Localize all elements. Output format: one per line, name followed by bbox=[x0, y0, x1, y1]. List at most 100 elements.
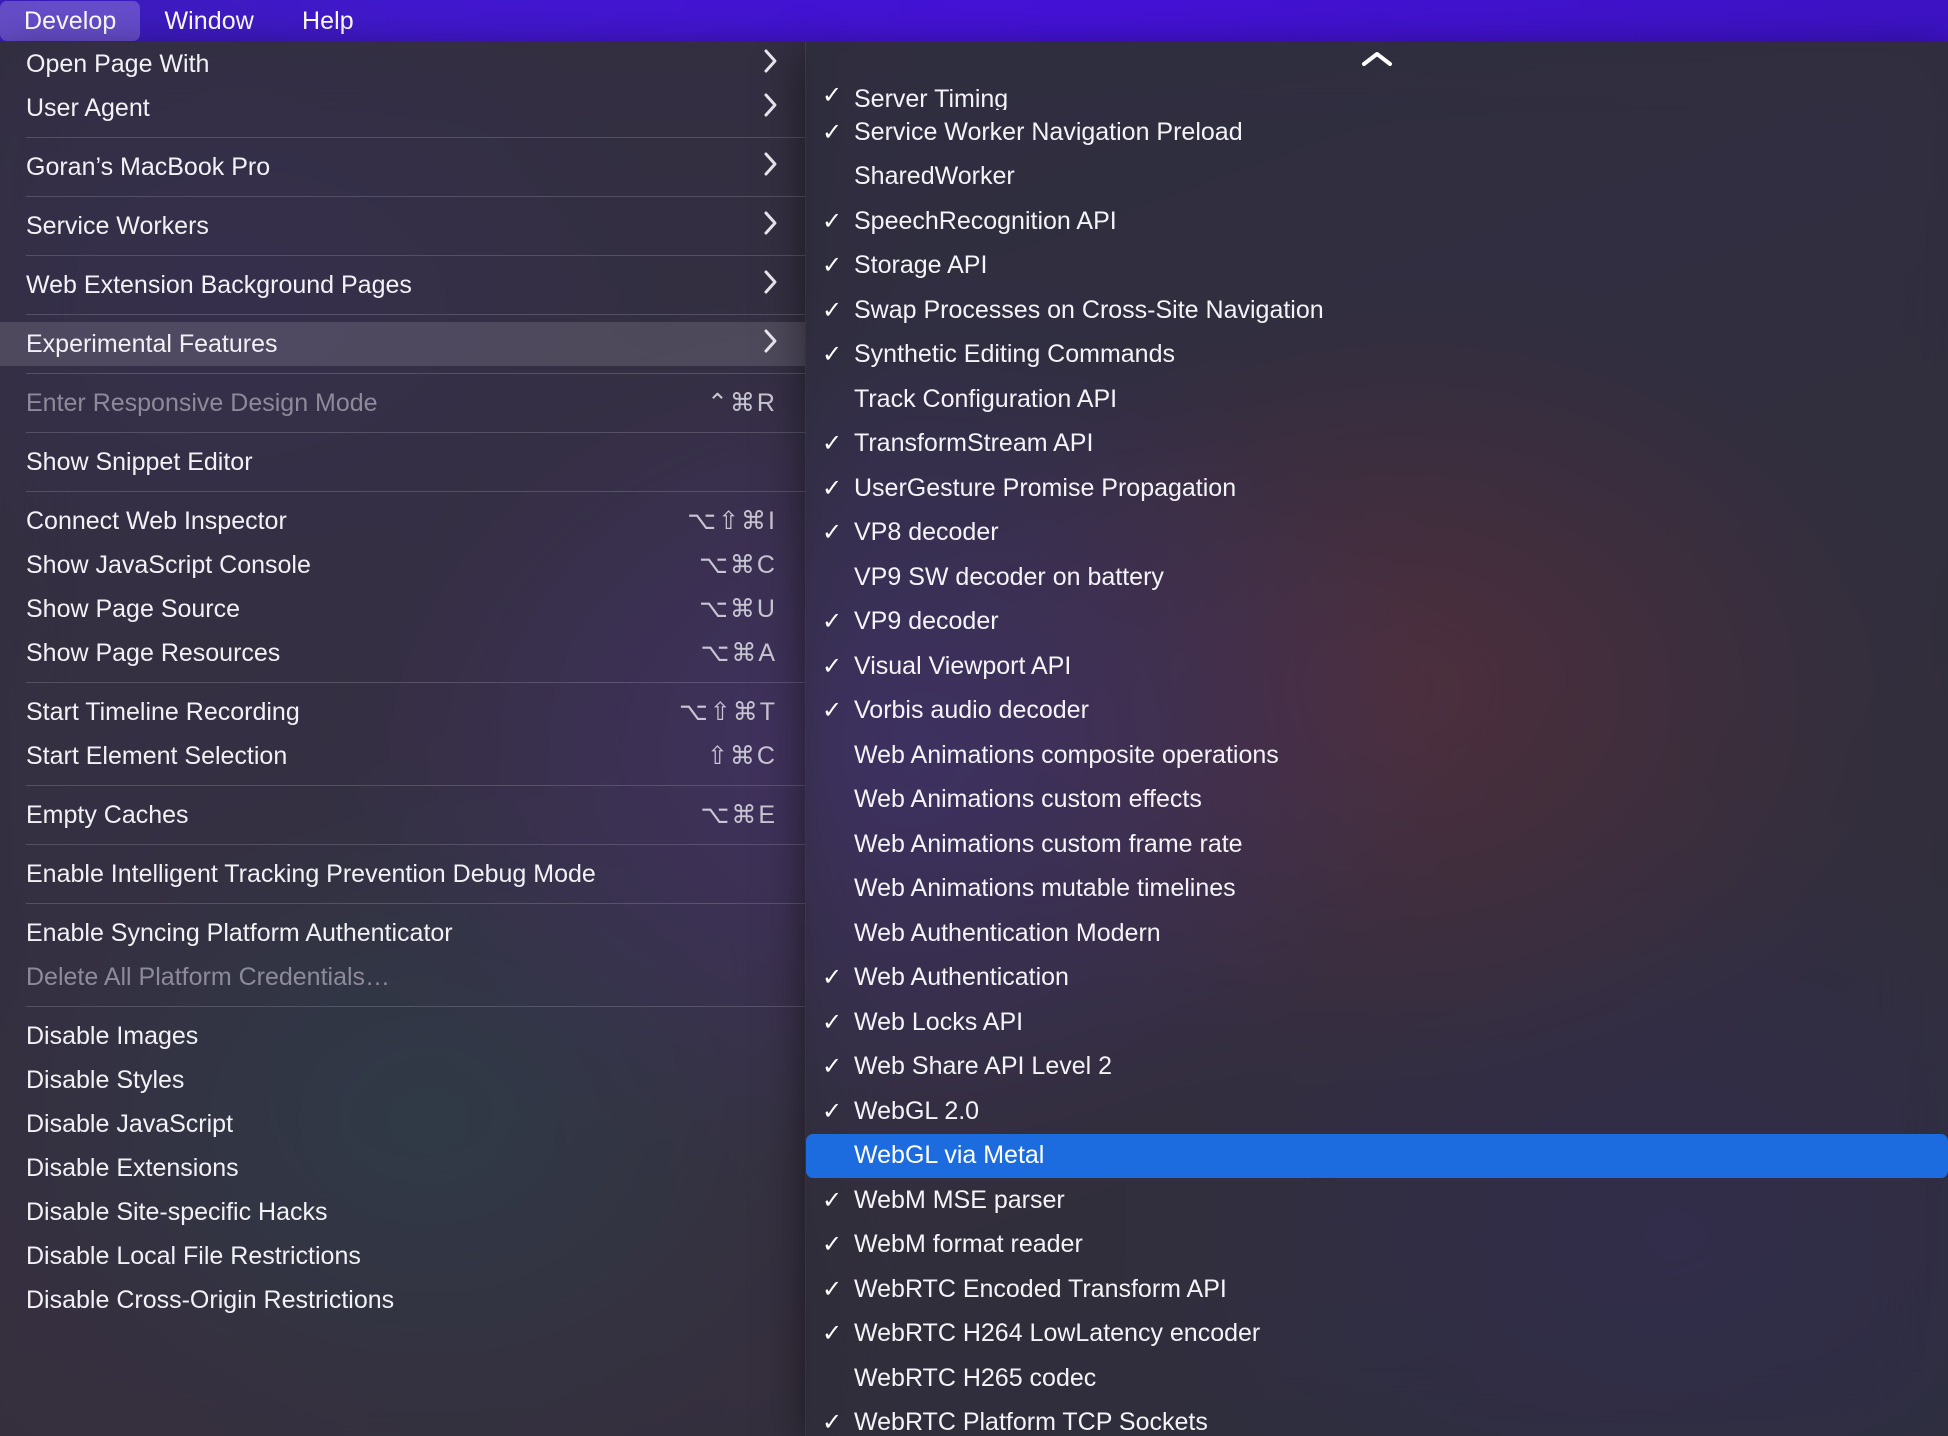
experimental-feature-item[interactable]: ✓ WebRTC H264 LowLatency encoder bbox=[806, 1312, 1948, 1357]
keyboard-shortcut: ⌥⌘U bbox=[699, 595, 777, 623]
menu-separator bbox=[26, 903, 805, 904]
experimental-feature-label: VP9 decoder bbox=[854, 607, 999, 636]
experimental-feature-label: Web Animations custom frame rate bbox=[854, 829, 1243, 858]
checkmark-placeholder: ✓ bbox=[820, 1141, 854, 1170]
checkmark-icon: ✓ bbox=[822, 207, 843, 235]
experimental-feature-label: WebRTC Encoded Transform API bbox=[854, 1274, 1227, 1303]
keyboard-shortcut: ⌥⌘E bbox=[700, 801, 777, 829]
experimental-feature-item[interactable]: ✓ Web Authentication bbox=[806, 956, 1948, 1001]
experimental-feature-item[interactable]: ✓ WebRTC Encoded Transform API bbox=[806, 1267, 1948, 1312]
experimental-feature-item[interactable]: ✓SharedWorker bbox=[806, 155, 1948, 200]
develop-menu-item-label: Enable Syncing Platform Authenticator bbox=[26, 918, 453, 947]
develop-menu-item-connect-web-inspector[interactable]: Connect Web Inspector ⌥⇧⌘I bbox=[0, 499, 805, 543]
experimental-feature-item[interactable]: ✓Track Configuration API bbox=[806, 377, 1948, 422]
experimental-feature-item[interactable]: ✓ UserGesture Promise Propagation bbox=[806, 466, 1948, 511]
develop-menu-item-show-snippet-editor[interactable]: Show Snippet Editor bbox=[0, 440, 805, 484]
experimental-feature-label: VP8 decoder bbox=[854, 518, 999, 547]
experimental-feature-label: Service Worker Navigation Preload bbox=[854, 117, 1243, 146]
experimental-feature-label: UserGesture Promise Propagation bbox=[854, 473, 1237, 502]
keyboard-shortcut: ⌥⌘A bbox=[700, 639, 777, 667]
experimental-feature-item[interactable]: ✓Web Animations composite operations bbox=[806, 733, 1948, 778]
develop-menu-item-label: Connect Web Inspector bbox=[26, 506, 287, 535]
experimental-feature-item[interactable]: ✓Web Animations custom effects bbox=[806, 778, 1948, 823]
experimental-feature-label: WebRTC H264 LowLatency encoder bbox=[854, 1319, 1261, 1348]
experimental-feature-item[interactable]: ✓Web Animations mutable timelines bbox=[806, 867, 1948, 912]
develop-menu-item-start-timeline-recording[interactable]: Start Timeline Recording ⌥⇧⌘T bbox=[0, 690, 805, 734]
experimental-feature-item[interactable]: ✓ Storage API bbox=[806, 244, 1948, 289]
experimental-feature-item[interactable]: ✓ Swap Processes on Cross-Site Navigation bbox=[806, 288, 1948, 333]
menu-separator bbox=[26, 196, 805, 197]
develop-menu-item-label: Disable Site-specific Hacks bbox=[26, 1197, 328, 1226]
develop-menu-item-show-page-source[interactable]: Show Page Source ⌥⌘U bbox=[0, 587, 805, 631]
develop-menu: Open Page With User Agent Goran’s MacBook … bbox=[0, 42, 806, 1436]
develop-menu-item-enable-intelligent-tracking-prevention-debug-mode[interactable]: Enable Intelligent Tracking Prevention D… bbox=[0, 852, 805, 896]
experimental-feature-item[interactable]: ✓VP9 SW decoder on battery bbox=[806, 555, 1948, 600]
menu-separator bbox=[26, 137, 805, 138]
experimental-feature-item[interactable]: ✓ VP9 decoder bbox=[806, 600, 1948, 645]
develop-menu-item-disable-images[interactable]: Disable Images bbox=[0, 1014, 805, 1058]
experimental-feature-label: Swap Processes on Cross-Site Navigation bbox=[854, 295, 1324, 324]
menubar-item-develop[interactable]: Develop bbox=[0, 1, 141, 41]
menu-separator bbox=[26, 491, 805, 492]
experimental-feature-item[interactable]: ✓Web Animations custom frame rate bbox=[806, 822, 1948, 867]
experimental-feature-item[interactable]: ✓ Server Timing bbox=[806, 76, 1948, 110]
experimental-feature-label: Synthetic Editing Commands bbox=[854, 340, 1175, 369]
develop-menu-item-web-extension-background-pages[interactable]: Web Extension Background Pages bbox=[0, 263, 805, 307]
develop-menu-item-service-workers[interactable]: Service Workers bbox=[0, 204, 805, 248]
develop-menu-item-goran-s-macbook-pro[interactable]: Goran’s MacBook Pro bbox=[0, 145, 805, 189]
develop-menu-item-disable-site-specific-hacks[interactable]: Disable Site-specific Hacks bbox=[0, 1190, 805, 1234]
experimental-feature-label: Web Animations custom effects bbox=[854, 785, 1202, 814]
experimental-features-submenu: ✓ Server Timing ✓ Service Worker Navigation… bbox=[806, 42, 1948, 1436]
develop-menu-item-show-javascript-console[interactable]: Show JavaScript Console ⌥⌘C bbox=[0, 543, 805, 587]
experimental-feature-item[interactable]: ✓ WebM format reader bbox=[806, 1223, 1948, 1268]
experimental-feature-item[interactable]: ✓ SpeechRecognition API bbox=[806, 199, 1948, 244]
menu-separator bbox=[26, 314, 805, 315]
develop-menu-item-start-element-selection[interactable]: Start Element Selection ⇧⌘C bbox=[0, 734, 805, 778]
menu-separator bbox=[26, 682, 805, 683]
experimental-features-list: ✓ Server Timing ✓ Service Worker Navigation… bbox=[806, 76, 1948, 1436]
develop-menu-item-label: User Agent bbox=[26, 93, 150, 122]
experimental-feature-item[interactable]: ✓ WebRTC Platform TCP Sockets bbox=[806, 1401, 1948, 1436]
experimental-feature-item[interactable]: ✓ Web Locks API bbox=[806, 1000, 1948, 1045]
develop-menu-item-disable-styles[interactable]: Disable Styles bbox=[0, 1058, 805, 1102]
experimental-feature-label: WebRTC H265 codec bbox=[854, 1363, 1097, 1392]
menubar-item-help[interactable]: Help bbox=[278, 0, 378, 42]
develop-menu-item-label: Disable Styles bbox=[26, 1065, 185, 1094]
develop-menu-item-empty-caches[interactable]: Empty Caches ⌥⌘E bbox=[0, 793, 805, 837]
menubar-item-window[interactable]: Window bbox=[140, 0, 278, 42]
experimental-feature-item[interactable]: ✓ TransformStream API bbox=[806, 422, 1948, 467]
experimental-feature-label: WebM MSE parser bbox=[854, 1185, 1065, 1214]
develop-menu-item-disable-cross-origin-restrictions[interactable]: Disable Cross-Origin Restrictions bbox=[0, 1278, 805, 1322]
develop-menu-item-user-agent[interactable]: User Agent bbox=[0, 86, 805, 130]
experimental-feature-item[interactable]: ✓ WebGL 2.0 bbox=[806, 1089, 1948, 1134]
checkmark-icon: ✓ bbox=[822, 608, 843, 636]
experimental-feature-item[interactable]: ✓WebRTC H265 codec bbox=[806, 1356, 1948, 1401]
checkmark-icon: ✓ bbox=[822, 430, 843, 458]
experimental-feature-item[interactable]: ✓ VP8 decoder bbox=[806, 511, 1948, 556]
scroll-up-button[interactable] bbox=[806, 42, 1948, 76]
develop-menu-item-disable-local-file-restrictions[interactable]: Disable Local File Restrictions bbox=[0, 1234, 805, 1278]
experimental-feature-item[interactable]: ✓ WebM MSE parser bbox=[806, 1178, 1948, 1223]
experimental-feature-item[interactable]: ✓Web Authentication Modern bbox=[806, 911, 1948, 956]
experimental-feature-item[interactable]: ✓ Visual Viewport API bbox=[806, 644, 1948, 689]
develop-menu-item-label: Disable Extensions bbox=[26, 1153, 239, 1182]
develop-menu-item-experimental-features[interactable]: Experimental Features bbox=[0, 322, 805, 366]
experimental-feature-item[interactable]: ✓ Vorbis audio decoder bbox=[806, 689, 1948, 734]
experimental-feature-item[interactable]: ✓ Service Worker Navigation Preload bbox=[806, 110, 1948, 155]
experimental-feature-label: WebGL via Metal bbox=[854, 1141, 1045, 1170]
develop-menu-item-label: Disable Images bbox=[26, 1021, 199, 1050]
menu-separator bbox=[26, 255, 805, 256]
checkmark-placeholder: ✓ bbox=[820, 563, 854, 592]
develop-menu-item-disable-javascript[interactable]: Disable JavaScript bbox=[0, 1102, 805, 1146]
checkmark-icon: ✓ bbox=[822, 1409, 843, 1436]
checkmark-icon: ✓ bbox=[822, 1320, 843, 1348]
develop-menu-item-show-page-resources[interactable]: Show Page Resources ⌥⌘A bbox=[0, 631, 805, 675]
develop-menu-item-disable-extensions[interactable]: Disable Extensions bbox=[0, 1146, 805, 1190]
develop-menu-item-open-page-with[interactable]: Open Page With bbox=[0, 42, 805, 86]
develop-menu-item-label: Empty Caches bbox=[26, 800, 189, 829]
experimental-feature-label: SpeechRecognition API bbox=[854, 206, 1117, 235]
experimental-feature-item[interactable]: ✓ Web Share API Level 2 bbox=[806, 1045, 1948, 1090]
develop-menu-item-enable-syncing-platform-authenticator[interactable]: Enable Syncing Platform Authenticator bbox=[0, 911, 805, 955]
experimental-feature-item[interactable]: ✓ Synthetic Editing Commands bbox=[806, 333, 1948, 378]
experimental-feature-item[interactable]: ✓WebGL via Metal bbox=[806, 1133, 1948, 1178]
